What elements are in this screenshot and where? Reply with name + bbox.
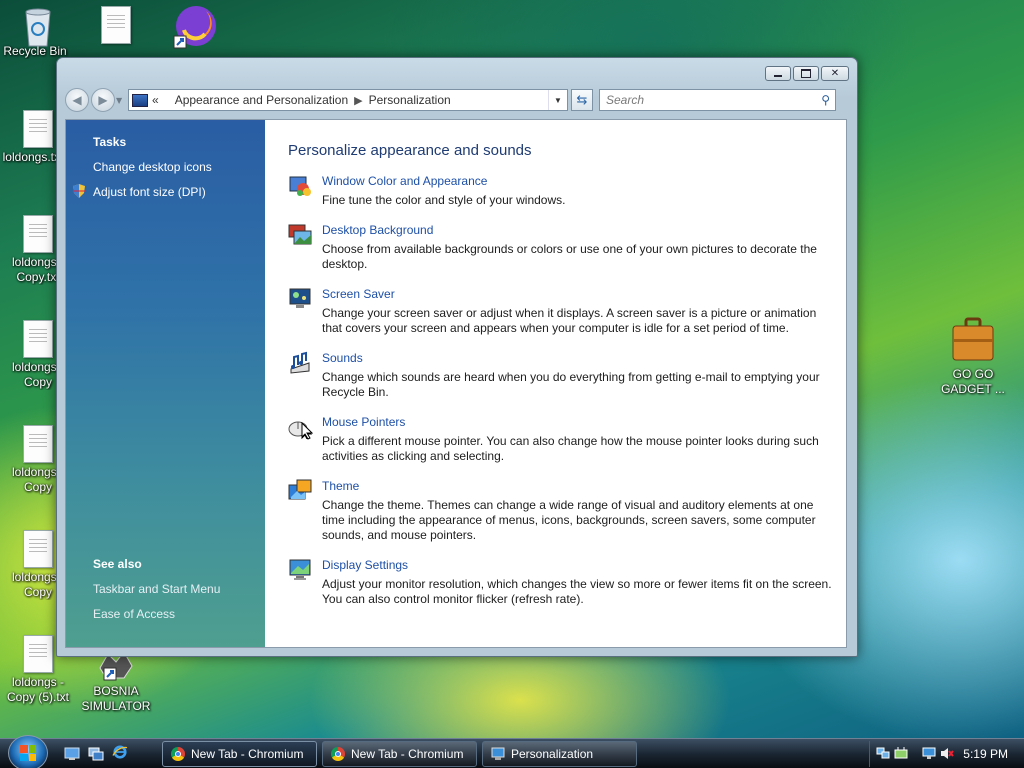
windows-logo-icon — [20, 745, 36, 761]
item-description: Pick a different mouse pointer. You can … — [322, 434, 819, 463]
taskbar: New Tab - Chromium New Tab - Chromium Pe… — [0, 735, 1024, 768]
monitor-icon[interactable] — [922, 747, 936, 760]
theme-icon — [288, 479, 312, 500]
clock[interactable]: 5:19 PM — [963, 747, 1008, 761]
taskbar-button-label: Personalization — [511, 747, 594, 761]
item-description: Change the theme. Themes can change a wi… — [322, 498, 816, 542]
switch-windows-icon[interactable] — [88, 747, 104, 761]
taskbar-button-label: New Tab - Chromium — [351, 747, 464, 761]
mouse-cursor-icon — [301, 422, 313, 440]
desktop-icon-text-file[interactable] — [78, 6, 154, 46]
search-box[interactable]: ⚲ — [599, 89, 836, 111]
desktop-background-link[interactable]: Desktop Background — [322, 223, 433, 237]
taskbar-button-label: New Tab - Chromium — [191, 747, 304, 761]
window-content: Tasks Change desktop icons Adjust font s… — [65, 119, 847, 648]
search-icon[interactable]: ⚲ — [821, 93, 830, 107]
item-description: Change which sounds are heard when you d… — [322, 370, 820, 399]
taskbar-button-new-tab-chromium-2[interactable]: New Tab - Chromium — [322, 741, 477, 767]
item-description: Choose from available backgrounds or col… — [322, 242, 817, 271]
desktop-icon-label: loldongs - Copy (5).txt — [6, 675, 69, 704]
notification-area: 5:19 PM — [869, 741, 1024, 767]
address-dropdown-button[interactable]: ▼ — [548, 90, 567, 110]
text-file-icon — [22, 425, 54, 463]
main-pane: Personalize appearance and sounds Window… — [265, 120, 846, 647]
taskbar-button-personalization[interactable]: Personalization — [482, 741, 637, 767]
recycle-bin-icon — [22, 4, 54, 47]
text-file-icon — [22, 320, 54, 358]
start-button[interactable] — [8, 735, 48, 768]
page-title: Personalize appearance and sounds — [288, 142, 532, 159]
display-settings-icon — [289, 559, 311, 580]
back-arrow-icon: ◀ — [72, 93, 82, 107]
display-settings-link[interactable]: Display Settings — [322, 558, 408, 572]
close-icon: ✕ — [830, 68, 840, 79]
chevron-down-icon: ▼ — [554, 95, 562, 105]
item-description: Adjust your monitor resolution, which ch… — [322, 577, 832, 606]
desktop-background-icon — [288, 224, 312, 245]
personalization-icon — [491, 747, 505, 760]
task-adjust-font-size[interactable]: Adjust font size (DPI) — [93, 185, 206, 199]
refresh-button[interactable]: ⇆ — [571, 89, 593, 111]
theme-link[interactable]: Theme — [322, 479, 359, 493]
network-icon[interactable] — [876, 747, 890, 760]
close-button[interactable]: ✕ — [821, 66, 849, 81]
desktop-icon-label: GO GO GADGET ... — [941, 367, 1005, 396]
item-description: Fine tune the color and style of your wi… — [322, 193, 566, 207]
navigation-bar: ◀ ▶ ▼ « Appearance and Personalization ▶… — [65, 87, 849, 113]
chevron-right-icon[interactable]: ▶ — [354, 94, 362, 107]
text-file-icon — [22, 215, 54, 253]
text-file-icon — [100, 6, 132, 44]
breadcrumb-appearance-and-personalization[interactable]: Appearance and Personalization — [175, 93, 348, 107]
screen-saver-icon — [289, 288, 311, 308]
task-change-desktop-icons[interactable]: Change desktop icons — [93, 160, 212, 174]
item-description: Change your screen saver or adjust when … — [322, 306, 817, 335]
address-bar[interactable]: « Appearance and Personalization ▶ Perso… — [128, 89, 568, 111]
desktop-icon-firefox[interactable] — [158, 2, 234, 49]
text-file-icon — [22, 110, 54, 148]
chromium-icon — [171, 747, 185, 761]
refresh-icon: ⇆ — [576, 92, 588, 108]
tasks-heading: Tasks — [93, 135, 127, 149]
show-desktop-icon[interactable] — [64, 747, 80, 761]
desktop-icon-recycle-bin[interactable]: Recycle Bin — [0, 4, 76, 59]
control-panel-icon — [132, 93, 148, 107]
taskbar-button-new-tab-chromium-1[interactable]: New Tab - Chromium — [162, 741, 317, 767]
minimize-icon — [774, 75, 782, 77]
volume-muted-icon[interactable] — [940, 747, 954, 760]
search-input[interactable] — [604, 92, 808, 108]
personalization-window: ✕ ◀ ▶ ▼ « Appearance and Personalization… — [56, 57, 858, 657]
chevron-down-icon: ▼ — [116, 95, 123, 105]
uac-shield-icon — [73, 184, 85, 198]
window-color-and-appearance-link[interactable]: Window Color and Appearance — [322, 174, 487, 188]
desktop-icon-label: BOSNIA SIMULATOR — [81, 684, 151, 713]
window-color-icon — [289, 176, 311, 196]
maximize-icon — [801, 69, 811, 78]
chromium-icon — [331, 747, 345, 761]
caption-buttons: ✕ — [765, 66, 849, 81]
sounds-link[interactable]: Sounds — [322, 351, 363, 365]
sounds-icon — [290, 351, 310, 374]
firefox-icon — [173, 2, 216, 49]
back-button[interactable]: ◀ — [65, 88, 89, 112]
task-pane: Tasks Change desktop icons Adjust font s… — [66, 120, 265, 647]
forward-arrow-icon: ▶ — [98, 93, 108, 107]
safely-remove-hardware-icon[interactable] — [894, 747, 908, 760]
text-file-icon — [22, 635, 54, 673]
briefcase-icon — [952, 317, 994, 365]
desktop-icon-bosnia-simulator[interactable]: BOSNIA SIMULATOR — [78, 648, 154, 714]
breadcrumb-personalization[interactable]: Personalization — [369, 93, 451, 107]
see-also-taskbar-and-start-menu[interactable]: Taskbar and Start Menu — [93, 582, 220, 596]
desktop-icon-go-go-gadget[interactable]: GO GO GADGET ... — [935, 317, 1011, 397]
recent-pages-dropdown[interactable]: ▼ — [116, 96, 126, 105]
minimize-button[interactable] — [765, 66, 791, 81]
maximize-button[interactable] — [793, 66, 819, 81]
see-also-heading: See also — [93, 557, 142, 571]
mouse-pointers-link[interactable]: Mouse Pointers — [322, 415, 405, 429]
breadcrumb-overflow[interactable]: « — [152, 93, 159, 107]
text-file-icon — [22, 530, 54, 568]
screen-saver-link[interactable]: Screen Saver — [322, 287, 395, 301]
internet-explorer-icon[interactable] — [112, 745, 128, 759]
forward-button[interactable]: ▶ — [91, 88, 115, 112]
see-also-ease-of-access[interactable]: Ease of Access — [93, 607, 175, 621]
